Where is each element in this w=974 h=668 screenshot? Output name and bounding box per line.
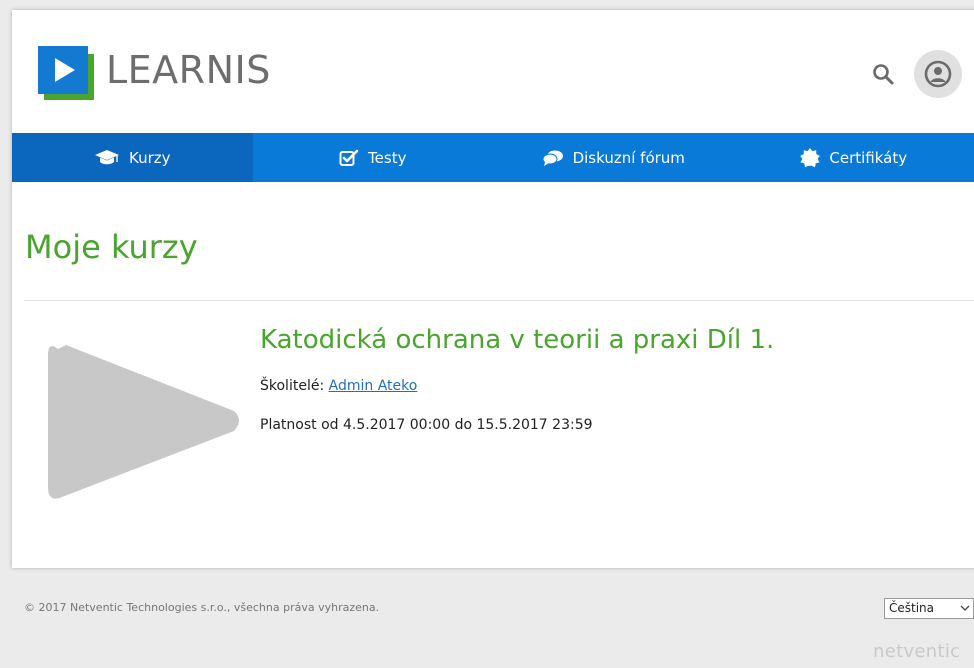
user-icon xyxy=(924,60,952,88)
tab-kurzy[interactable]: Kurzy xyxy=(12,133,253,182)
language-select[interactable]: Čeština xyxy=(884,598,974,619)
trainer-link[interactable]: Admin Ateko xyxy=(329,378,418,394)
logo-icon[interactable] xyxy=(38,46,96,102)
copyright-text: © 2017 Netventic Technologies s.r.o., vš… xyxy=(24,601,380,614)
avatar[interactable] xyxy=(914,50,962,98)
checkbox-icon xyxy=(339,149,359,167)
trainers-label: Školitelé: xyxy=(260,378,325,394)
main-card: LEARNIS Kurzy Testy Diskuzní fórum Certi… xyxy=(12,10,974,568)
course-trainers: Školitelé: Admin Ateko xyxy=(260,378,417,394)
tab-diskuzni-forum[interactable]: Diskuzní fórum xyxy=(493,133,734,182)
graduation-cap-icon xyxy=(94,149,120,167)
search-icon[interactable] xyxy=(871,62,895,86)
course-validity: Platnost od 4.5.2017 00:00 do 15.5.2017 … xyxy=(260,417,593,433)
header: LEARNIS xyxy=(12,10,974,133)
footer-brand: netventic xyxy=(873,641,961,662)
certificate-icon xyxy=(800,147,821,168)
tab-diskuzni-forum-label: Diskuzní fórum xyxy=(572,148,685,167)
main-nav: Kurzy Testy Diskuzní fórum Certifikáty xyxy=(12,133,974,182)
tab-testy[interactable]: Testy xyxy=(253,133,494,182)
tab-kurzy-label: Kurzy xyxy=(128,148,171,167)
page-title: Moje kurzy xyxy=(25,228,198,266)
chevron-down-icon xyxy=(960,605,970,611)
logo-text[interactable]: LEARNIS xyxy=(106,48,271,92)
play-icon[interactable] xyxy=(44,327,244,513)
tab-testy-label: Testy xyxy=(368,148,407,167)
tab-certifikaty-label: Certifikáty xyxy=(829,148,908,167)
comments-icon xyxy=(542,149,564,167)
course-title[interactable]: Katodická ochrana v teorii a praxi Díl 1… xyxy=(260,325,774,355)
tab-certifikaty[interactable]: Certifikáty xyxy=(734,133,974,182)
divider xyxy=(24,300,974,301)
language-selected: Čeština xyxy=(889,601,935,615)
